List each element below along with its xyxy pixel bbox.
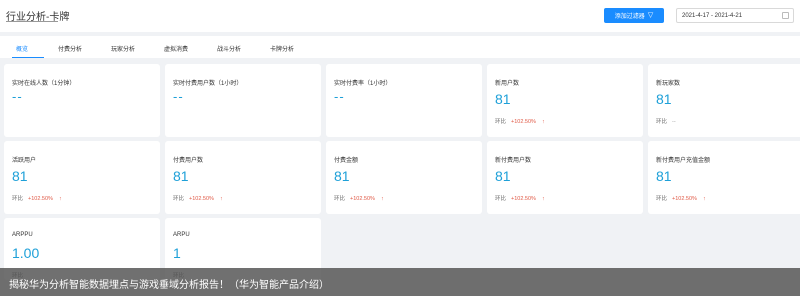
metric-value: 81 xyxy=(173,168,189,184)
compare-label: 环比 xyxy=(173,196,185,202)
compare-label: 环比 xyxy=(656,119,668,125)
compare-label: 环比 xyxy=(334,196,346,202)
metric-label: 实时在线人数（1分钟） xyxy=(12,81,76,87)
active-tab-indicator xyxy=(12,57,44,58)
overlay-caption: 揭秘华为分析智能数据埋点与游戏垂域分析报告！（华为智能产品介绍） xyxy=(9,280,329,291)
compare-label: 环比 xyxy=(12,196,24,202)
metric-card: 新用户数 81 环比 +102.50% ↑ xyxy=(487,64,643,137)
metric-value: 1.00 xyxy=(12,245,40,261)
metric-compare: 环比 +102.50% ↑ xyxy=(495,194,545,202)
tab-virtual-consumption[interactable]: 虚拟消费 xyxy=(164,44,188,53)
metric-label: 实时付费率（1小时） xyxy=(334,81,392,87)
metric-card: 实时付费用户数（1小时） -- xyxy=(165,64,321,137)
metric-label: 新付费用户数 xyxy=(495,158,532,164)
metric-compare: 环比 +102.50% ↑ xyxy=(173,194,223,202)
metric-card: 新付费用户数 81 环比 +102.50% ↑ xyxy=(487,141,643,214)
metric-value: -- xyxy=(173,89,184,104)
filter-icon: ▽ xyxy=(647,12,654,19)
metric-label: 付费用户数 xyxy=(173,158,204,164)
caption-overlay: 揭秘华为分析智能数据埋点与游戏垂域分析报告！（华为智能产品介绍） xyxy=(0,268,800,296)
metric-card: 新付费用户充值金额 81 环比 +102.50% ↑ xyxy=(648,141,800,214)
add-filter-label: 添加过滤器 xyxy=(614,14,645,20)
metric-value: -- xyxy=(12,89,23,104)
compare-value: +102.50% xyxy=(672,196,697,202)
metric-label: 活跃用户 xyxy=(12,158,37,164)
compare-value: +102.50% xyxy=(511,119,536,125)
metric-card: 付费金额 81 环比 +102.50% ↑ xyxy=(326,141,482,214)
compare-label: 环比 xyxy=(656,196,668,202)
compare-value: +102.50% xyxy=(511,196,536,202)
compare-value: +102.50% xyxy=(189,196,214,202)
metric-card: 付费用户数 81 环比 +102.50% ↑ xyxy=(165,141,321,214)
date-range-value: 2021-4-17 - 2021-4-21 xyxy=(682,12,743,19)
compare-label: 环比 xyxy=(495,119,507,125)
date-range-picker[interactable]: 2021-4-17 - 2021-4-21 xyxy=(676,8,794,23)
tab-card-analysis[interactable]: 卡牌分析 xyxy=(270,44,294,53)
metric-value: 81 xyxy=(334,168,350,184)
metric-card: 新玩家数 81 环比 -- xyxy=(648,64,800,137)
metric-compare: 环比 -- xyxy=(656,117,676,125)
calendar-icon xyxy=(782,12,789,19)
arrow-up-icon: ↑ xyxy=(702,196,706,202)
top-bar: 行业分析-卡牌 添加过滤器 ▽ 2021-4-17 - 2021-4-21 xyxy=(0,0,800,32)
metric-label: 实时付费用户数（1小时） xyxy=(173,81,243,87)
metric-value: -- xyxy=(334,89,345,104)
tab-payment-analysis[interactable]: 付费分析 xyxy=(58,44,82,53)
metric-label: 付费金额 xyxy=(334,158,359,164)
tab-battle-analysis[interactable]: 战斗分析 xyxy=(217,44,241,53)
metric-compare: 环比 +102.50% ↑ xyxy=(656,194,706,202)
compare-value: -- xyxy=(672,119,676,125)
tab-player-analysis[interactable]: 玩家分析 xyxy=(111,44,135,53)
metric-value: 1 xyxy=(173,245,181,261)
arrow-up-icon: ↑ xyxy=(219,196,223,202)
metric-card: 活跃用户 81 环比 +102.50% ↑ xyxy=(4,141,160,214)
tab-overview[interactable]: 概览 xyxy=(16,44,28,53)
metric-compare: 环比 +102.50% ↑ xyxy=(12,194,62,202)
metric-value: 81 xyxy=(495,91,511,107)
metric-card: 实时在线人数（1分钟） -- xyxy=(4,64,160,137)
metric-value: 81 xyxy=(12,168,28,184)
metric-label: ARPU xyxy=(173,232,190,238)
arrow-up-icon: ↑ xyxy=(58,196,62,202)
metric-label: 新付费用户充值金额 xyxy=(656,158,711,164)
metric-value: 81 xyxy=(656,168,672,184)
metric-label: 新玩家数 xyxy=(656,81,681,87)
compare-label: 环比 xyxy=(495,196,507,202)
metric-compare: 环比 +102.50% ↑ xyxy=(495,117,545,125)
title-underline xyxy=(6,21,58,22)
tab-bar: 概览 付费分析 玩家分析 虚拟消费 战斗分析 卡牌分析 xyxy=(0,36,800,58)
arrow-up-icon: ↑ xyxy=(541,119,545,125)
metric-label: 新用户数 xyxy=(495,81,520,87)
metric-card: 实时付费率（1小时） -- xyxy=(326,64,482,137)
arrow-up-icon: ↑ xyxy=(541,196,545,202)
metric-label: ARPPU xyxy=(12,232,33,238)
compare-value: +102.50% xyxy=(28,196,53,202)
metric-value: 81 xyxy=(656,91,672,107)
metric-compare: 环比 +102.50% ↑ xyxy=(334,194,384,202)
metric-value: 81 xyxy=(495,168,511,184)
arrow-up-icon: ↑ xyxy=(380,196,384,202)
add-filter-button[interactable]: 添加过滤器 ▽ xyxy=(604,8,664,23)
compare-value: +102.50% xyxy=(350,196,375,202)
